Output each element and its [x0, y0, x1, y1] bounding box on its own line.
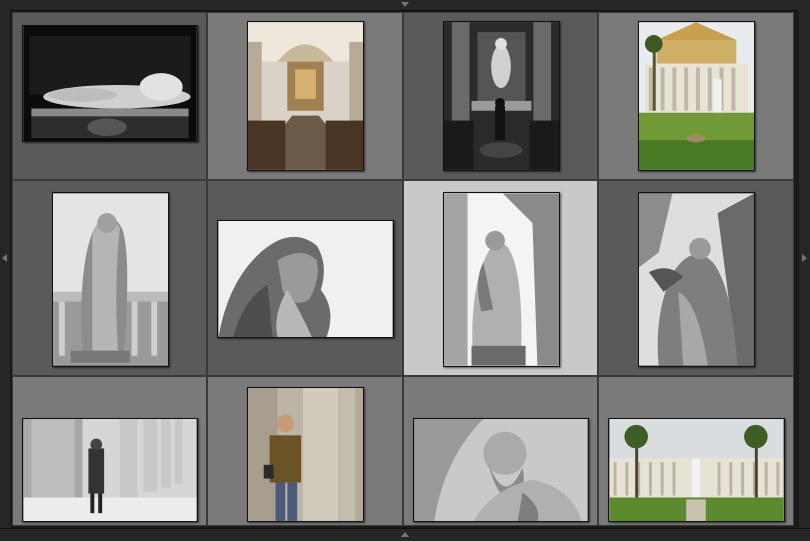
photo-thumbnail-statue-head-closeup[interactable] [413, 418, 589, 522]
grid-cell-selected[interactable] [403, 180, 598, 376]
grid-cell[interactable] [12, 376, 207, 526]
photo-thumbnail-statue-under-arch[interactable] [443, 192, 560, 367]
grid-cell[interactable] [207, 180, 403, 376]
bearded-statue-profile-image [218, 221, 393, 337]
top-panel-toggle-icon[interactable] [401, 2, 409, 7]
photo-thumbnail-man-leaning-on-column[interactable] [247, 387, 364, 522]
man-leaning-on-column-image [248, 388, 363, 521]
photo-thumbnail-basilica-facade[interactable] [638, 21, 755, 171]
recumbent-statue-image [23, 26, 197, 141]
colonnade-garden-image [609, 419, 784, 521]
right-panel-bar[interactable] [799, 10, 810, 528]
grid-cell[interactable] [403, 376, 598, 526]
chapel-altar-image [444, 22, 559, 170]
photo-thumbnail-colonnade-garden[interactable] [608, 418, 785, 522]
photo-thumbnail-statue-against-sky[interactable] [638, 192, 755, 367]
photo-thumbnail-woman-between-columns[interactable] [22, 418, 198, 522]
grid-cell[interactable] [598, 12, 794, 180]
church-nave-image [248, 22, 363, 170]
woman-between-columns-image [23, 419, 197, 521]
statue-against-sky-image [639, 193, 754, 366]
photo-thumbnail-bearded-statue-profile[interactable] [217, 220, 394, 338]
photo-thumbnail-robed-statue[interactable] [52, 192, 169, 367]
grid-cell[interactable] [598, 376, 794, 526]
robed-statue-image [53, 193, 168, 366]
photo-thumbnail-church-nave[interactable] [247, 21, 364, 171]
statue-head-closeup-image [414, 419, 588, 521]
left-panel-bar[interactable] [0, 10, 10, 528]
grid-cell[interactable] [598, 180, 794, 376]
grid-cell[interactable] [207, 376, 403, 526]
grid-cell[interactable] [12, 12, 207, 180]
basilica-facade-image [639, 22, 754, 170]
filmstrip-toggle-icon[interactable] [401, 532, 409, 537]
grid-cell[interactable] [207, 12, 403, 180]
photo-thumbnail-recumbent-statue[interactable] [22, 25, 198, 142]
thumbnail-grid [12, 12, 794, 526]
grid-cell[interactable] [403, 12, 598, 180]
left-panel-toggle-icon[interactable] [2, 254, 7, 262]
grid-cell[interactable] [12, 180, 207, 376]
right-panel-toggle-icon[interactable] [802, 254, 807, 262]
statue-under-arch-image [444, 193, 559, 366]
photo-thumbnail-chapel-altar[interactable] [443, 21, 560, 171]
